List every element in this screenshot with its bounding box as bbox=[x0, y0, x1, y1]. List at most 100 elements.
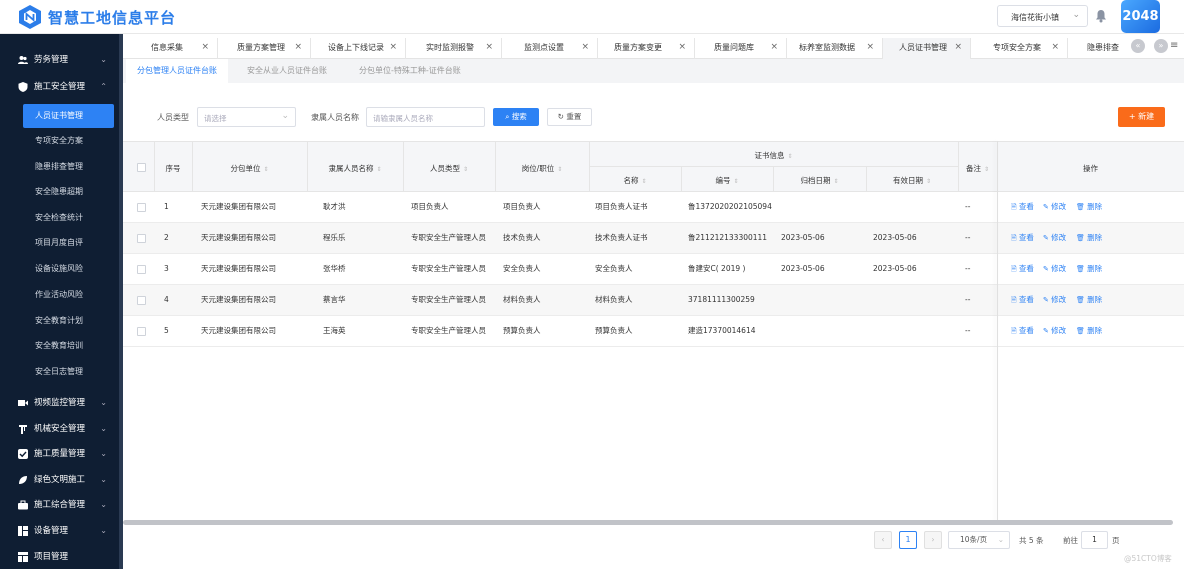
row-checkbox[interactable] bbox=[137, 265, 146, 274]
close-icon[interactable]: × bbox=[389, 38, 397, 57]
tab-scroll-left-icon[interactable]: « bbox=[1131, 39, 1145, 53]
sidebar-group-machine[interactable]: 机械安全管理 ⌄ bbox=[0, 417, 119, 441]
sidebar-group-general[interactable]: 施工综合管理 ⌄ bbox=[0, 493, 119, 517]
table-row[interactable]: 5 天元建设集团有限公司 王海英 专职安全生产管理人员 预算负责人 预算负责人 建造1737… bbox=[123, 316, 1184, 347]
tab-person-certificates[interactable]: 人员证书管理 × bbox=[883, 38, 971, 59]
close-icon[interactable]: × bbox=[678, 38, 686, 57]
tab-info-collect[interactable]: 信息采集 × bbox=[123, 38, 218, 59]
row-checkbox[interactable] bbox=[137, 203, 146, 212]
page-size-select[interactable]: 10条/页 ⌄ bbox=[948, 531, 1010, 549]
col-person[interactable]: 隶属人员名称 ⇕ bbox=[307, 163, 403, 174]
sort-icon[interactable]: ⇕ bbox=[641, 178, 646, 185]
select-all-checkbox[interactable] bbox=[137, 163, 146, 172]
table-row[interactable]: 1 天元建设集团有限公司 耿才洪 项目负责人 项目负责人 项目负责人证书 鲁13720202… bbox=[123, 192, 1184, 223]
edit-action[interactable]: ✎ 修改 bbox=[1043, 223, 1066, 253]
col-post[interactable]: 岗位/职位 ⇕ bbox=[495, 163, 589, 174]
tab-menu-icon[interactable]: ≡ bbox=[1170, 40, 1178, 51]
sort-icon[interactable]: ⇕ bbox=[557, 166, 562, 173]
sort-icon[interactable]: ⇕ bbox=[833, 178, 838, 185]
page-number-button[interactable]: 1 bbox=[899, 531, 917, 549]
sidebar-item-special-plan[interactable]: 专项安全方案 bbox=[0, 129, 119, 153]
tab-monitor-point[interactable]: 监测点设置 × bbox=[502, 38, 598, 59]
tab-quality-issues[interactable]: 质量问题库 × bbox=[695, 38, 787, 59]
delete-action[interactable]: 🗑 删除 bbox=[1076, 285, 1102, 315]
edit-action[interactable]: ✎ 修改 bbox=[1043, 316, 1066, 346]
col-expire[interactable]: 有效日期 ⇕ bbox=[866, 175, 958, 186]
close-icon[interactable]: × bbox=[485, 38, 493, 57]
sidebar-item-activity-risk[interactable]: 作业活动风险 bbox=[0, 283, 119, 307]
row-checkbox[interactable] bbox=[137, 234, 146, 243]
table-row[interactable]: 3 天元建设集团有限公司 张华桥 专职安全生产管理人员 安全负责人 安全负责人 鲁建安C( … bbox=[123, 254, 1184, 285]
view-action[interactable]: 🗎 查看 bbox=[1011, 223, 1034, 253]
sort-icon[interactable]: ⇕ bbox=[463, 166, 468, 173]
table-row[interactable]: 4 天元建设集团有限公司 蔡言华 专职安全生产管理人员 材料负责人 材料负责人 371811… bbox=[123, 285, 1184, 316]
delete-action[interactable]: 🗑 删除 bbox=[1076, 254, 1102, 284]
delete-action[interactable]: 🗑 删除 bbox=[1076, 192, 1102, 222]
edit-action[interactable]: ✎ 修改 bbox=[1043, 254, 1066, 284]
sidebar-item-safety-log[interactable]: 安全日志管理 bbox=[0, 360, 119, 384]
sidebar-group-safety[interactable]: 施工安全管理 ⌃ bbox=[0, 75, 119, 99]
sidebar-group-video[interactable]: 视频监控管理 ⌄ bbox=[0, 391, 119, 415]
table-row[interactable]: 2 天元建设集团有限公司 程乐乐 专职安全生产管理人员 技术负责人 技术负责人证书 鲁211… bbox=[123, 223, 1184, 254]
col-file-date[interactable]: 归档日期 ⇕ bbox=[773, 175, 866, 186]
close-icon[interactable]: × bbox=[954, 38, 962, 57]
sidebar-group-project[interactable]: 项目管理 bbox=[0, 545, 119, 569]
col-type[interactable]: 人员类型 ⇕ bbox=[403, 163, 495, 174]
site-select[interactable]: 海信花街小镇 ⌄ bbox=[997, 5, 1088, 27]
sidebar-item-monthly-eval[interactable]: 项目月度自评 bbox=[0, 231, 119, 255]
col-remark[interactable]: 备注 ⇕ bbox=[958, 163, 997, 174]
close-icon[interactable]: × bbox=[201, 38, 209, 57]
delete-action[interactable]: 🗑 删除 bbox=[1076, 223, 1102, 253]
sidebar-item-edu-training[interactable]: 安全教育培训 bbox=[0, 334, 119, 358]
goto-page-input[interactable]: 1 bbox=[1081, 531, 1108, 549]
sidebar-item-certificates[interactable]: 人员证书管理 bbox=[23, 104, 114, 128]
tab-special-plan[interactable]: 专项安全方案 × bbox=[971, 38, 1068, 59]
tab-scroll-right-icon[interactable]: » bbox=[1154, 39, 1168, 53]
bell-icon[interactable] bbox=[1095, 9, 1107, 23]
view-action[interactable]: 🗎 查看 bbox=[1011, 192, 1034, 222]
sidebar-group-quality[interactable]: 施工质量管理 ⌄ bbox=[0, 442, 119, 466]
sidebar-item-hazard-overdue[interactable]: 安全隐患超期 bbox=[0, 180, 119, 204]
sidebar-item-equipment-risk[interactable]: 设备设施风险 bbox=[0, 257, 119, 281]
reset-button[interactable]: ↻ 重置 bbox=[547, 108, 592, 126]
tab-quality-plan[interactable]: 质量方案管理 × bbox=[218, 38, 311, 59]
subtab-special-workers[interactable]: 分包单位-特殊工种-证件台账 bbox=[348, 59, 472, 83]
delete-action[interactable]: 🗑 删除 bbox=[1076, 316, 1102, 346]
edit-action[interactable]: ✎ 修改 bbox=[1043, 192, 1066, 222]
next-page-button[interactable]: › bbox=[924, 531, 942, 549]
search-button[interactable]: ⌕ 搜索 bbox=[493, 108, 539, 126]
close-icon[interactable]: × bbox=[866, 38, 874, 57]
tab-device-online[interactable]: 设备上下线记录 × bbox=[311, 38, 406, 59]
tab-realtime-alarm[interactable]: 实时监测报警 × bbox=[406, 38, 502, 59]
sort-icon[interactable]: ⇕ bbox=[984, 166, 989, 173]
tab-hazard[interactable]: 隐患排查 bbox=[1068, 38, 1126, 59]
subtab-safety-staff[interactable]: 安全从业人员证件台账 bbox=[236, 59, 338, 83]
sidebar-group-green[interactable]: 绿色文明施工 ⌄ bbox=[0, 468, 119, 492]
sidebar-item-edu-plan[interactable]: 安全教育计划 bbox=[0, 309, 119, 333]
close-icon[interactable]: × bbox=[1051, 38, 1059, 57]
view-action[interactable]: 🗎 查看 bbox=[1011, 254, 1034, 284]
row-checkbox[interactable] bbox=[137, 327, 146, 336]
horizontal-scrollbar[interactable] bbox=[123, 520, 1173, 525]
edit-action[interactable]: ✎ 修改 bbox=[1043, 285, 1066, 315]
sidebar-group-device[interactable]: 设备管理 ⌄ bbox=[0, 519, 119, 543]
close-icon[interactable]: × bbox=[581, 38, 589, 57]
col-unit[interactable]: 分包单位 ⇕ bbox=[192, 163, 307, 174]
sort-icon[interactable]: ⇕ bbox=[376, 166, 381, 173]
sort-icon[interactable]: ⇕ bbox=[787, 153, 792, 160]
col-cert-name[interactable]: 名称 ⇕ bbox=[589, 175, 681, 186]
col-cert-no[interactable]: 编号 ⇕ bbox=[681, 175, 773, 186]
sidebar-item-hazard-check[interactable]: 隐患排查管理 bbox=[0, 155, 119, 179]
add-button[interactable]: + 新建 bbox=[1118, 107, 1165, 127]
close-icon[interactable]: × bbox=[294, 38, 302, 57]
sort-icon[interactable]: ⇕ bbox=[926, 178, 931, 185]
sort-icon[interactable]: ⇕ bbox=[263, 166, 268, 173]
tab-quality-change[interactable]: 质量方案变更 × bbox=[598, 38, 695, 59]
sidebar-group-labor[interactable]: 劳务管理 ⌄ bbox=[0, 48, 119, 72]
prev-page-button[interactable]: ‹ bbox=[874, 531, 892, 549]
person-name-input[interactable]: 请输隶属人员名称 bbox=[366, 107, 485, 127]
view-action[interactable]: 🗎 查看 bbox=[1011, 316, 1034, 346]
user-avatar[interactable]: 2048 bbox=[1121, 0, 1160, 33]
tab-curing-room[interactable]: 标养室监测数据 × bbox=[787, 38, 883, 59]
sort-icon[interactable]: ⇕ bbox=[733, 178, 738, 185]
